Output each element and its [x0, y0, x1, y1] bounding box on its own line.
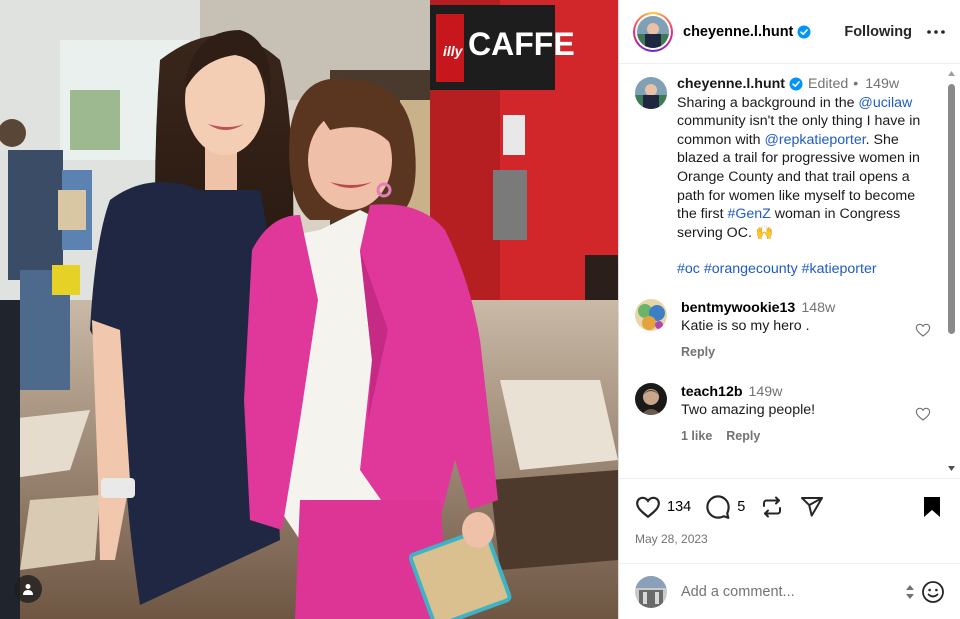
comment-username[interactable]: teach12b — [681, 383, 743, 401]
comments-scrollbar[interactable] — [947, 70, 956, 472]
share-icon — [801, 497, 824, 517]
heart-icon — [636, 496, 660, 519]
more-options-icon — [927, 29, 945, 34]
comment-like-icon[interactable] — [915, 406, 931, 422]
comment-count[interactable]: 5 — [737, 499, 745, 515]
more-options-button[interactable] — [926, 22, 946, 42]
like-button[interactable] — [635, 494, 661, 520]
hashtag-link[interactable]: #katieporter — [802, 261, 877, 277]
comment-input[interactable] — [681, 583, 881, 600]
caption-username[interactable]: cheyenne.l.hunt — [677, 75, 785, 94]
scrollbar-thumb[interactable] — [948, 84, 955, 334]
like-count[interactable]: 134 — [667, 499, 691, 515]
reply-button[interactable]: Reply — [681, 343, 715, 361]
emoji-icon[interactable] — [921, 580, 945, 604]
post-photo[interactable]: illy CAFFE — [0, 0, 618, 619]
comment-text: Two amazing people! — [681, 401, 816, 418]
bookmark-icon — [924, 497, 940, 517]
comment-text: Katie is so my hero . — [681, 317, 810, 334]
commenter-avatar[interactable] — [635, 382, 667, 415]
caption-time[interactable]: 149w — [865, 75, 899, 94]
hashtag-link[interactable]: #orangecounty — [704, 261, 798, 277]
current-user-avatar — [635, 575, 667, 608]
comment-time[interactable]: 149w — [749, 383, 783, 401]
reply-button[interactable]: Reply — [726, 427, 760, 445]
save-button[interactable] — [919, 494, 945, 520]
caption-hashtags: #oc #orangecounty #katieporter — [677, 260, 935, 279]
illy-logo-text: illy — [443, 43, 464, 59]
add-comment-bar — [619, 563, 960, 619]
photo-illustration: illy CAFFE — [0, 0, 618, 619]
comment-like-icon[interactable] — [915, 322, 931, 338]
repost-button[interactable] — [759, 494, 785, 520]
verified-badge-icon — [797, 25, 811, 38]
verified-badge-icon — [789, 77, 803, 91]
hashtag-link-genz[interactable]: #GenZ — [727, 206, 770, 222]
comment-username[interactable]: bentmywookie13 — [681, 299, 795, 317]
hashtag-link[interactable]: #oc — [677, 261, 700, 277]
share-button[interactable] — [799, 494, 825, 520]
comments-section[interactable]: cheyenne.l.hunt Edited • 149w Sharing a … — [619, 65, 960, 477]
caption-text: Sharing a background in the @ucilaw comm… — [677, 94, 935, 243]
user-tag-button[interactable] — [14, 575, 42, 603]
caption-text-part: Sharing a background in the — [677, 94, 859, 111]
caffe-sign-text: CAFFE — [468, 26, 575, 62]
scroll-up-arrow-icon[interactable] — [947, 70, 956, 78]
edited-label: Edited — [808, 76, 849, 92]
post-caption: cheyenne.l.hunt Edited • 149w Sharing a … — [619, 65, 960, 279]
mention-link-ucilaw[interactable]: @ucilaw — [858, 95, 912, 111]
author-username[interactable]: cheyenne.l.hunt — [683, 24, 793, 40]
post-header: cheyenne.l.hunt Following — [619, 0, 960, 64]
caption-separator: • — [853, 76, 859, 92]
mention-link-repkatieporter[interactable]: @repkatieporter — [765, 132, 866, 148]
commenter-avatar[interactable] — [635, 298, 667, 331]
caption-avatar[interactable] — [635, 77, 667, 109]
comment-item: bentmywookie13 148w Katie is so my hero … — [619, 298, 960, 361]
post-actions: 134 5 May 28, 2023 — [619, 478, 960, 546]
comment-icon — [706, 495, 730, 519]
post-details-panel: cheyenne.l.hunt Following cheyenne.l.hun… — [618, 0, 960, 619]
post-date[interactable]: May 28, 2023 — [635, 532, 945, 546]
comment-time[interactable]: 148w — [801, 299, 835, 317]
comment-item: teach12b 149w Two amazing people! 1 like… — [619, 382, 960, 445]
user-tag-icon — [23, 584, 33, 595]
comment-button[interactable] — [705, 494, 731, 520]
repost-icon — [763, 496, 782, 518]
comment-likes-count[interactable]: 1 like — [681, 427, 712, 445]
scroll-arrows-icon[interactable] — [905, 583, 915, 601]
following-button[interactable]: Following — [844, 24, 912, 40]
scroll-down-arrow-icon[interactable] — [947, 464, 956, 472]
author-avatar[interactable] — [633, 11, 673, 52]
